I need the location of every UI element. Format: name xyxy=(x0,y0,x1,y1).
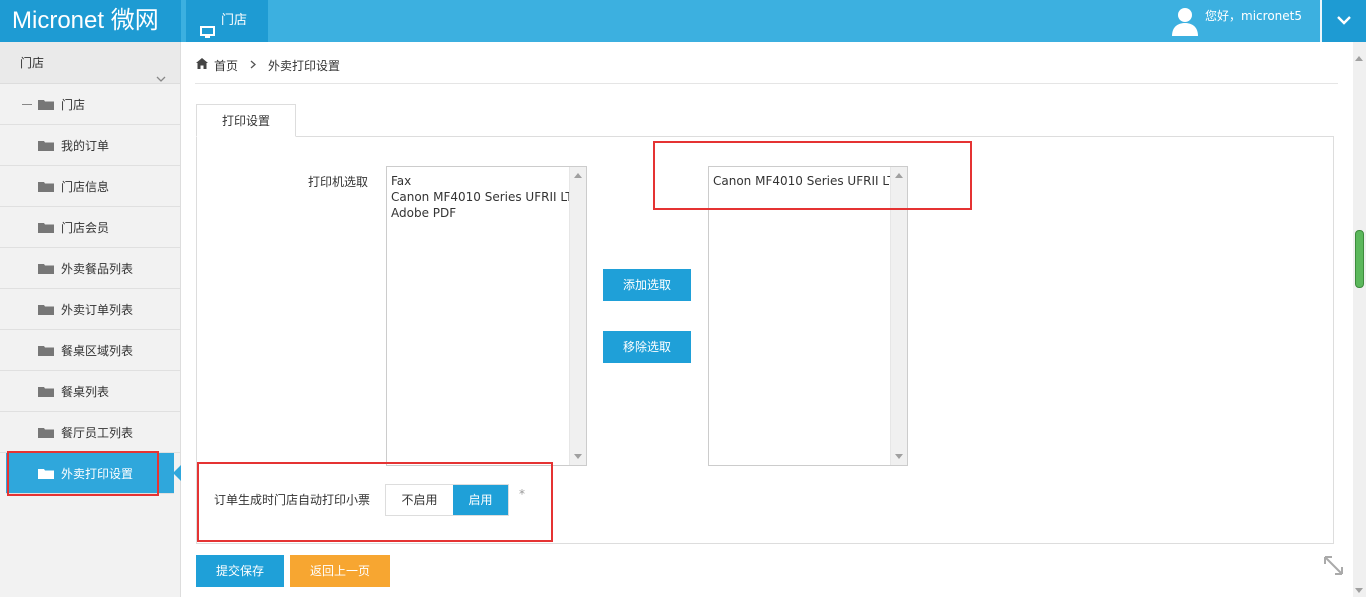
page-scrollbar[interactable] xyxy=(1353,42,1366,597)
sidebar-item[interactable]: 餐桌列表 xyxy=(0,371,180,412)
sidebar-item-label: 门店信息 xyxy=(61,179,110,194)
printer-option[interactable]: Canon MF4010 Series UFRII LT xyxy=(387,189,586,205)
active-indicator xyxy=(173,465,181,481)
add-selection-button[interactable]: 添加选取 xyxy=(603,269,691,301)
folder-icon xyxy=(38,427,54,438)
chevron-down-icon xyxy=(1337,14,1351,28)
printer-option[interactable]: Adobe PDF xyxy=(387,205,586,221)
breadcrumb: 首页 外卖打印设置 xyxy=(196,56,340,74)
sidebar-item-label: 我的订单 xyxy=(61,138,110,153)
divider xyxy=(195,83,1338,84)
sidebar-item[interactable]: 我的订单 xyxy=(0,125,180,166)
scroll-up-icon xyxy=(1355,56,1363,61)
minus-icon xyxy=(22,103,32,105)
resize-icon[interactable] xyxy=(1323,555,1345,577)
printer-option[interactable]: Fax xyxy=(387,173,586,189)
greeting-text: 您好，micronet5 xyxy=(1205,9,1302,23)
highlight-auto-print xyxy=(197,462,553,542)
back-button[interactable]: 返回上一页 xyxy=(290,555,390,587)
folder-icon xyxy=(38,345,54,356)
sidebar-item-label: 餐厅员工列表 xyxy=(61,425,134,440)
highlight-sidebar-active xyxy=(7,451,159,496)
folder-icon xyxy=(38,386,54,397)
sidebar: 门店 门店我的订单门店信息门店会员外卖餐品列表 外卖订单列表 餐桌区域列表 餐桌列表餐… xyxy=(0,42,181,597)
highlight-selected-printer xyxy=(653,141,972,210)
available-printers-list[interactable]: Fax Canon MF4010 Series UFRII LT Adobe PDF xyxy=(386,166,587,466)
folder-icon xyxy=(38,99,54,110)
avatar xyxy=(1171,6,1199,36)
scrollbar[interactable] xyxy=(569,167,586,465)
folder-icon xyxy=(38,222,54,233)
sidebar-item[interactable]: 门店信息 xyxy=(0,166,180,207)
top-nav-store-label: 门店 xyxy=(221,13,248,28)
top-nav-store[interactable]: 门店 xyxy=(186,0,268,42)
sidebar-item[interactable]: 门店 xyxy=(0,84,180,125)
folder-icon xyxy=(38,140,54,151)
folder-icon xyxy=(38,181,54,192)
scroll-up-icon xyxy=(574,173,582,178)
sidebar-item-label: 门店会员 xyxy=(61,220,110,235)
breadcrumb-current: 外卖打印设置 xyxy=(268,58,341,73)
sidebar-item-label: 外卖餐品列表 xyxy=(61,261,134,276)
app-logo[interactable]: Micronet 微网 xyxy=(0,0,181,42)
scroll-down-icon xyxy=(574,454,582,459)
user-greeting[interactable]: 您好，micronet5 xyxy=(1171,0,1302,42)
sidebar-item[interactable]: 外卖餐品列表 xyxy=(0,248,180,289)
sidebar-item[interactable]: 门店会员 xyxy=(0,207,180,248)
submit-save-button[interactable]: 提交保存 xyxy=(196,555,284,587)
sidebar-item-label: 外卖订单列表 xyxy=(61,302,134,317)
folder-icon xyxy=(38,304,54,315)
sidebar-item-label: 餐桌区域列表 xyxy=(61,343,134,358)
sidebar-item-label: 门店 xyxy=(61,97,86,112)
top-bar: Micronet 微网 门店 您好，micronet5 xyxy=(0,0,1366,42)
sidebar-item-label: 餐桌列表 xyxy=(61,384,110,399)
sidebar-item[interactable]: 餐厅员工列表 xyxy=(0,412,180,453)
printer-select-label: 打印机选取 xyxy=(308,175,369,189)
sidebar-item[interactable]: 外卖订单列表 xyxy=(0,289,180,330)
scrollbar[interactable] xyxy=(890,167,907,465)
user-menu-toggle[interactable] xyxy=(1322,0,1366,42)
tab-print-settings[interactable]: 打印设置 xyxy=(196,104,296,137)
sidebar-item[interactable]: 餐桌区域列表 xyxy=(0,330,180,371)
monitor-icon xyxy=(200,15,215,38)
scroll-down-icon xyxy=(895,454,903,459)
chevron-right-icon xyxy=(250,58,257,72)
breadcrumb-home[interactable]: 首页 xyxy=(214,57,238,74)
scroll-thumb[interactable] xyxy=(1355,230,1364,288)
sidebar-section-store[interactable]: 门店 xyxy=(0,42,180,84)
remove-selection-button[interactable]: 移除选取 xyxy=(603,331,691,363)
sidebar-section-title: 门店 xyxy=(20,56,45,70)
scroll-down-icon xyxy=(1355,588,1363,593)
home-icon xyxy=(196,58,208,72)
selected-printers-list[interactable]: Canon MF4010 Series UFRII LT xyxy=(708,166,908,466)
folder-icon xyxy=(38,263,54,274)
